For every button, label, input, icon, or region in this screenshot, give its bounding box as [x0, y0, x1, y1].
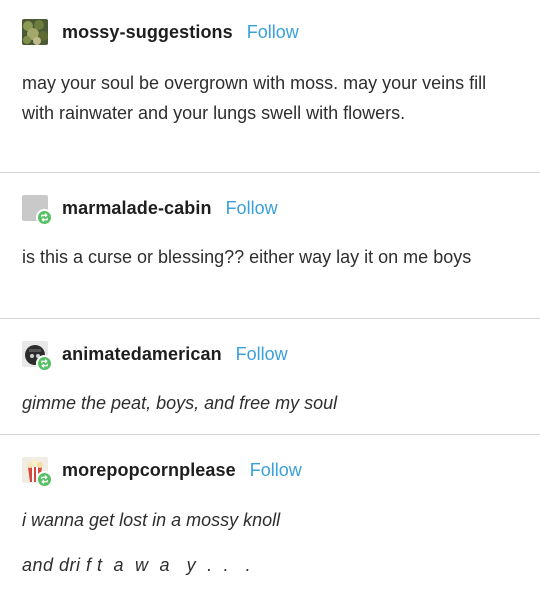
- post-header-morepopcornplease: morepopcornplease Follow: [22, 457, 302, 488]
- follow-button[interactable]: Follow: [247, 22, 299, 43]
- username[interactable]: mossy-suggestions: [62, 22, 233, 43]
- post-divider: [0, 434, 540, 435]
- follow-button[interactable]: Follow: [226, 198, 278, 219]
- post-text: is this a curse or blessing?? either way…: [22, 247, 472, 267]
- post-header-animatedamerican: animatedamerican Follow: [22, 341, 288, 372]
- username[interactable]: marmalade-cabin: [62, 198, 212, 219]
- post-header-marmalade-cabin: marmalade-cabin Follow: [22, 195, 278, 226]
- follow-button[interactable]: Follow: [250, 460, 302, 481]
- post-text: may your soul be overgrown with moss. ma…: [22, 73, 487, 123]
- hat-avatar-icon[interactable]: [22, 341, 53, 372]
- post-divider: [0, 172, 540, 173]
- post-header-mossy-suggestions: mossy-suggestions Follow: [22, 19, 299, 45]
- post-text: gimme the peat, boys, and free my soul: [22, 393, 338, 413]
- post-divider: [0, 318, 540, 319]
- username[interactable]: morepopcornplease: [62, 460, 236, 481]
- popcorn-avatar-icon[interactable]: [22, 457, 53, 488]
- post-text-line-1: i wanna get lost in a mossy knoll: [22, 510, 281, 530]
- post-text-line-2: and dri f t a w a y . . .: [22, 555, 252, 575]
- reblog-icon: [36, 355, 53, 372]
- moss-avatar-icon[interactable]: [22, 19, 48, 45]
- reblog-icon: [36, 471, 53, 488]
- username[interactable]: animatedamerican: [62, 344, 222, 365]
- blank-avatar-icon[interactable]: [22, 195, 53, 226]
- follow-button[interactable]: Follow: [236, 344, 288, 365]
- reblog-icon: [36, 209, 53, 226]
